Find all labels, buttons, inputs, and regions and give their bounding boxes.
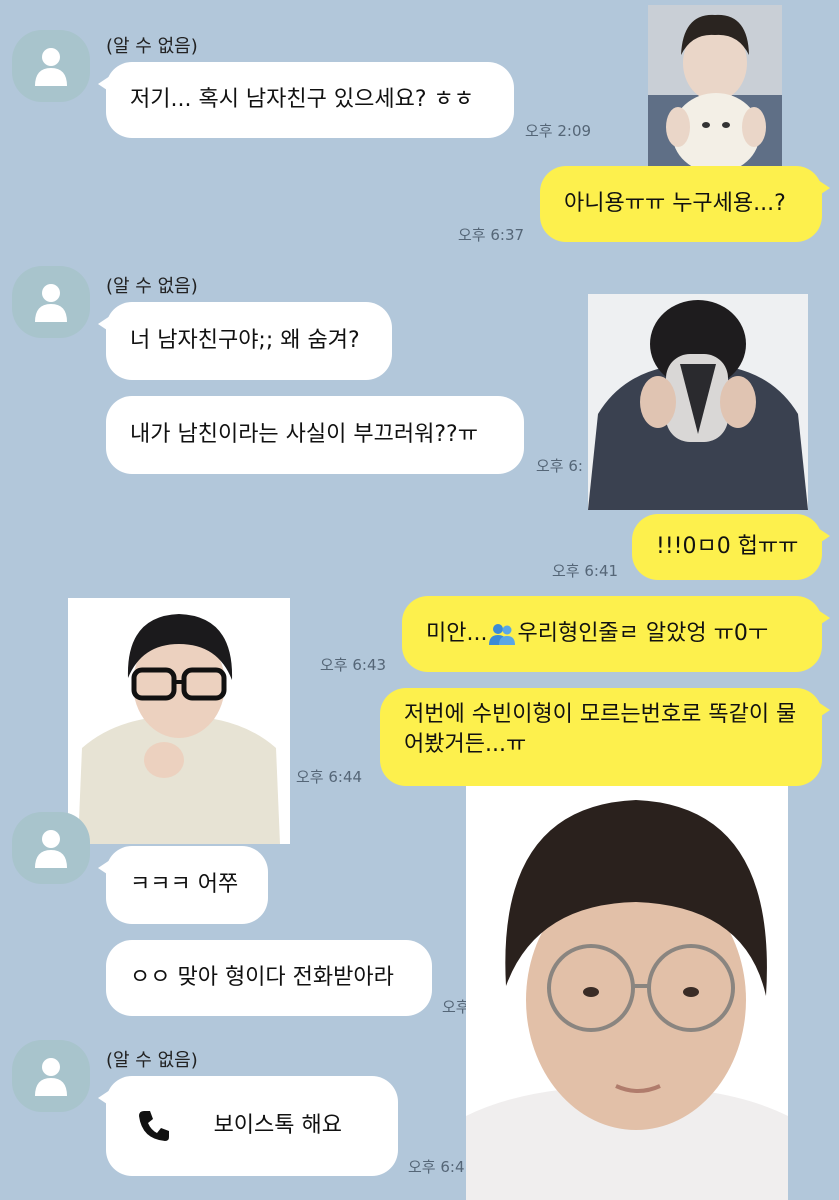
- message-time: 오후 6:37: [458, 226, 525, 244]
- message-text: 아니용ㅠㅠ 누구세용...?: [564, 191, 786, 216]
- message-bubble[interactable]: 너 남자친구야;; 왜 숨겨?: [98, 302, 392, 380]
- message-bubble[interactable]: ㅋㅋㅋ 어쭈: [98, 846, 268, 924]
- message-text: ㅇㅇ 맞아 형이다 전화받아라: [130, 965, 394, 990]
- message-text: 우리형인줄ㄹ 알았엉 ㅠ0ㅜ: [517, 621, 769, 646]
- message-bubble[interactable]: 저기... 혹시 남자친구 있으세요? ㅎㅎ: [98, 62, 514, 138]
- sticker-photo: [466, 786, 788, 1200]
- message-bubble[interactable]: 아니용ㅠㅠ 누구세용...?: [540, 166, 830, 242]
- sender-avatar[interactable]: [12, 30, 90, 102]
- message-bubble[interactable]: 내가 남친이라는 사실이 부끄러워??ㅠ: [106, 396, 524, 474]
- default-profile-icon: [35, 830, 67, 868]
- message-text: 너 남자친구야;; 왜 숨겨?: [130, 328, 360, 353]
- message-text: !!!0ㅁ0 헙ㅠㅠ: [656, 534, 799, 559]
- message-time: 오후 6:41: [552, 562, 619, 580]
- sticker-photo: [588, 294, 808, 510]
- default-profile-icon: [35, 48, 67, 86]
- phone-icon: [139, 1111, 169, 1141]
- message-text: 보이스톡 해요: [213, 1113, 342, 1138]
- sticker-photo: [68, 598, 290, 844]
- sender-name: (알 수 없음): [106, 276, 198, 297]
- message-time: 오후 6:4: [408, 1158, 465, 1176]
- sender-avatar[interactable]: [12, 812, 90, 884]
- sender-avatar[interactable]: [12, 1040, 90, 1112]
- message-time: 오후 6:44: [296, 768, 363, 786]
- message-bubble[interactable]: ㅇㅇ 맞아 형이다 전화받아라: [106, 940, 432, 1016]
- message-time: 오후 6:: [536, 457, 583, 475]
- message-text: 미안...: [426, 621, 488, 646]
- message-bubble[interactable]: 미안... 우리형인줄ㄹ 알았엉 ㅠ0ㅜ: [402, 596, 830, 672]
- message-text: 저기... 혹시 남자친구 있으세요? ㅎㅎ: [130, 87, 474, 112]
- message-text: 저번에 수빈이형이 모르는번호로 똑같이 물어봤거든...ㅠ: [404, 702, 797, 757]
- people-emoji-icon: [489, 624, 516, 645]
- sender-name: (알 수 없음): [106, 1050, 198, 1071]
- message-text: 내가 남친이라는 사실이 부끄러워??ㅠ: [130, 422, 478, 447]
- message-bubble[interactable]: 저번에 수빈이형이 모르는번호로 똑같이 물어봤거든...ㅠ: [380, 688, 830, 786]
- sender-name: (알 수 없음): [106, 36, 198, 57]
- default-profile-icon: [35, 284, 67, 322]
- message-time: 오후 2:09: [525, 122, 592, 140]
- sticker-photo: [648, 5, 782, 179]
- voice-talk-bubble[interactable]: 보이스톡 해요: [98, 1076, 398, 1176]
- default-profile-icon: [35, 1058, 67, 1096]
- message-bubble[interactable]: !!!0ㅁ0 헙ㅠㅠ: [632, 514, 830, 580]
- message-text: ㅋㅋㅋ 어쭈: [130, 872, 239, 897]
- sender-avatar[interactable]: [12, 266, 90, 338]
- message-time: 오후 6:43: [320, 656, 387, 674]
